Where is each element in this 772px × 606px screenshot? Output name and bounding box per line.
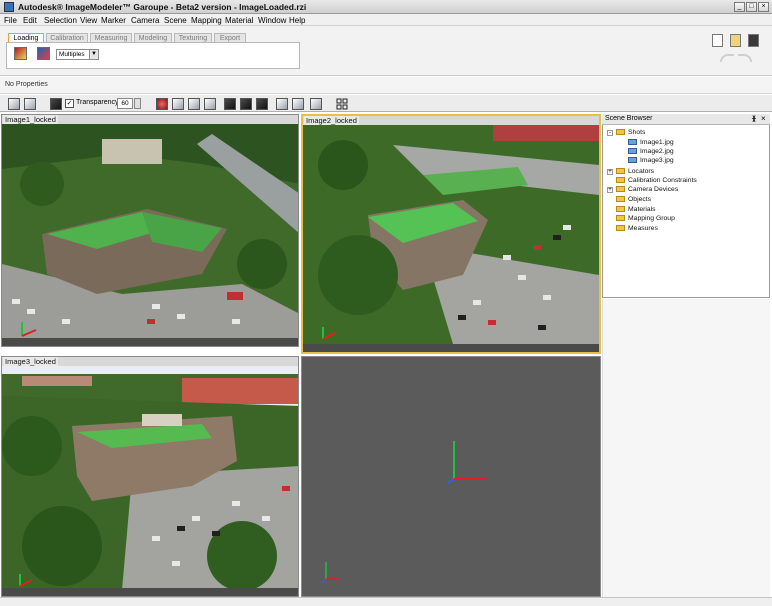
mesh-icon[interactable]: [240, 98, 252, 110]
folder-icon: [616, 225, 625, 232]
one-view-icon[interactable]: [276, 98, 288, 110]
menu-marker[interactable]: Marker: [101, 16, 126, 25]
folder-icon: [616, 215, 625, 222]
tree-item-camera-devices[interactable]: Camera Devices: [616, 185, 678, 194]
window-title: Autodesk® ImageModeler™ Garoupe - Beta2 …: [18, 2, 307, 12]
menu-view[interactable]: View: [80, 16, 97, 25]
new-document-icon[interactable]: [712, 34, 723, 47]
tree-item-shots[interactable]: Shots: [616, 128, 645, 137]
image-icon: [628, 157, 637, 164]
tree-item-materials[interactable]: Materials: [616, 205, 656, 214]
cube-wire-icon[interactable]: [188, 98, 200, 110]
app-icon: [4, 2, 14, 12]
folder-icon: [616, 168, 625, 175]
menu-edit[interactable]: Edit: [23, 16, 37, 25]
scene-browser-title: Scene Browser: [605, 115, 653, 122]
menu-material[interactable]: Material: [225, 16, 253, 25]
folder-icon: [616, 129, 625, 136]
view-grid-icon[interactable]: [336, 98, 348, 110]
texture-icon[interactable]: [224, 98, 236, 110]
display-mode-icon[interactable]: [50, 98, 62, 110]
folder-icon: [616, 206, 625, 213]
viewport-label: Image1_locked: [3, 115, 58, 124]
minimize-button[interactable]: _: [734, 2, 745, 12]
expander-camera-devices[interactable]: +: [607, 187, 613, 193]
expander-shots[interactable]: -: [607, 130, 613, 136]
load-mode-select[interactable]: Multiples: [56, 49, 90, 60]
save-icon[interactable]: [748, 34, 759, 47]
image-icon: [628, 148, 637, 155]
pin-icon[interactable]: ᚕ: [752, 114, 756, 123]
tree-item-measures[interactable]: Measures: [616, 224, 658, 233]
transparency-checkbox[interactable]: ✓: [65, 99, 74, 108]
viewport-image3[interactable]: Image3_locked: [1, 356, 299, 597]
viewport-label: Image3_locked: [3, 357, 58, 366]
viewport-label: Image2_locked: [304, 116, 359, 125]
open-folder-icon[interactable]: [730, 34, 741, 47]
menu-help[interactable]: Help: [289, 16, 305, 25]
properties-bar: No Properties: [0, 77, 772, 94]
menu-scene[interactable]: Scene: [164, 16, 187, 25]
folder-icon: [616, 196, 625, 203]
load-images-icon[interactable]: [14, 47, 27, 60]
close-icon[interactable]: ×: [761, 114, 766, 123]
tree-item-locators[interactable]: Locators: [616, 167, 654, 176]
load-multiple-icon[interactable]: [37, 47, 50, 60]
close-button[interactable]: ×: [758, 2, 769, 12]
aerial-photo-image2: [303, 125, 599, 344]
menu-bar: File Edit Selection View Marker Camera S…: [0, 14, 772, 26]
shading-icon[interactable]: [156, 98, 168, 110]
menu-selection[interactable]: Selection: [44, 16, 77, 25]
layout-icon[interactable]: [24, 98, 36, 110]
tree-item-image2[interactable]: Image2.jpg: [628, 147, 674, 156]
title-bar: Autodesk® ImageModeler™ Garoupe - Beta2 …: [0, 0, 772, 14]
transparency-spinner[interactable]: [134, 98, 141, 109]
tree-item-image3[interactable]: Image3.jpg: [628, 156, 674, 165]
menu-mapping[interactable]: Mapping: [191, 16, 222, 25]
aerial-photo-image3: [2, 366, 298, 590]
menu-file[interactable]: File: [4, 16, 17, 25]
scene-browser-header: Scene Browser ᚕ ×: [602, 114, 770, 125]
cube-solid-icon[interactable]: [204, 98, 216, 110]
transparency-input[interactable]: 60: [117, 98, 133, 109]
undo-icon[interactable]: [720, 54, 734, 62]
menu-camera[interactable]: Camera: [131, 16, 159, 25]
two-views-icon[interactable]: [292, 98, 304, 110]
image-icon: [628, 139, 637, 146]
chevron-down-icon[interactable]: ▼: [89, 49, 99, 60]
viewport-image2[interactable]: Image2_locked: [301, 114, 601, 354]
tree-item-calibration-constraints[interactable]: Calibration Constraints: [616, 176, 697, 185]
grid-icon[interactable]: [256, 98, 268, 110]
camera-icon[interactable]: [8, 98, 20, 110]
expander-locators[interactable]: +: [607, 169, 613, 175]
tree-item-mapping-group[interactable]: Mapping Group: [616, 214, 675, 223]
viewport-3d[interactable]: [301, 356, 601, 597]
four-views-icon[interactable]: [310, 98, 322, 110]
tree-item-image1[interactable]: Image1.jpg: [628, 138, 674, 147]
properties-panel-empty: [602, 299, 770, 597]
status-bar: [0, 597, 772, 606]
folder-icon: [616, 177, 625, 184]
properties-label: No Properties: [5, 81, 48, 88]
tree-item-objects[interactable]: Objects: [616, 195, 651, 204]
maximize-button[interactable]: □: [746, 2, 757, 12]
loading-panel: [6, 42, 300, 69]
aerial-photo-image1: [2, 124, 298, 340]
transparency-label: Transparency: [76, 99, 119, 106]
axis-gizmo: [321, 441, 486, 584]
folder-icon: [616, 186, 625, 193]
sphere-icon[interactable]: [172, 98, 184, 110]
menu-window[interactable]: Window: [258, 16, 286, 25]
viewport-image1[interactable]: Image1_locked: [1, 114, 299, 347]
